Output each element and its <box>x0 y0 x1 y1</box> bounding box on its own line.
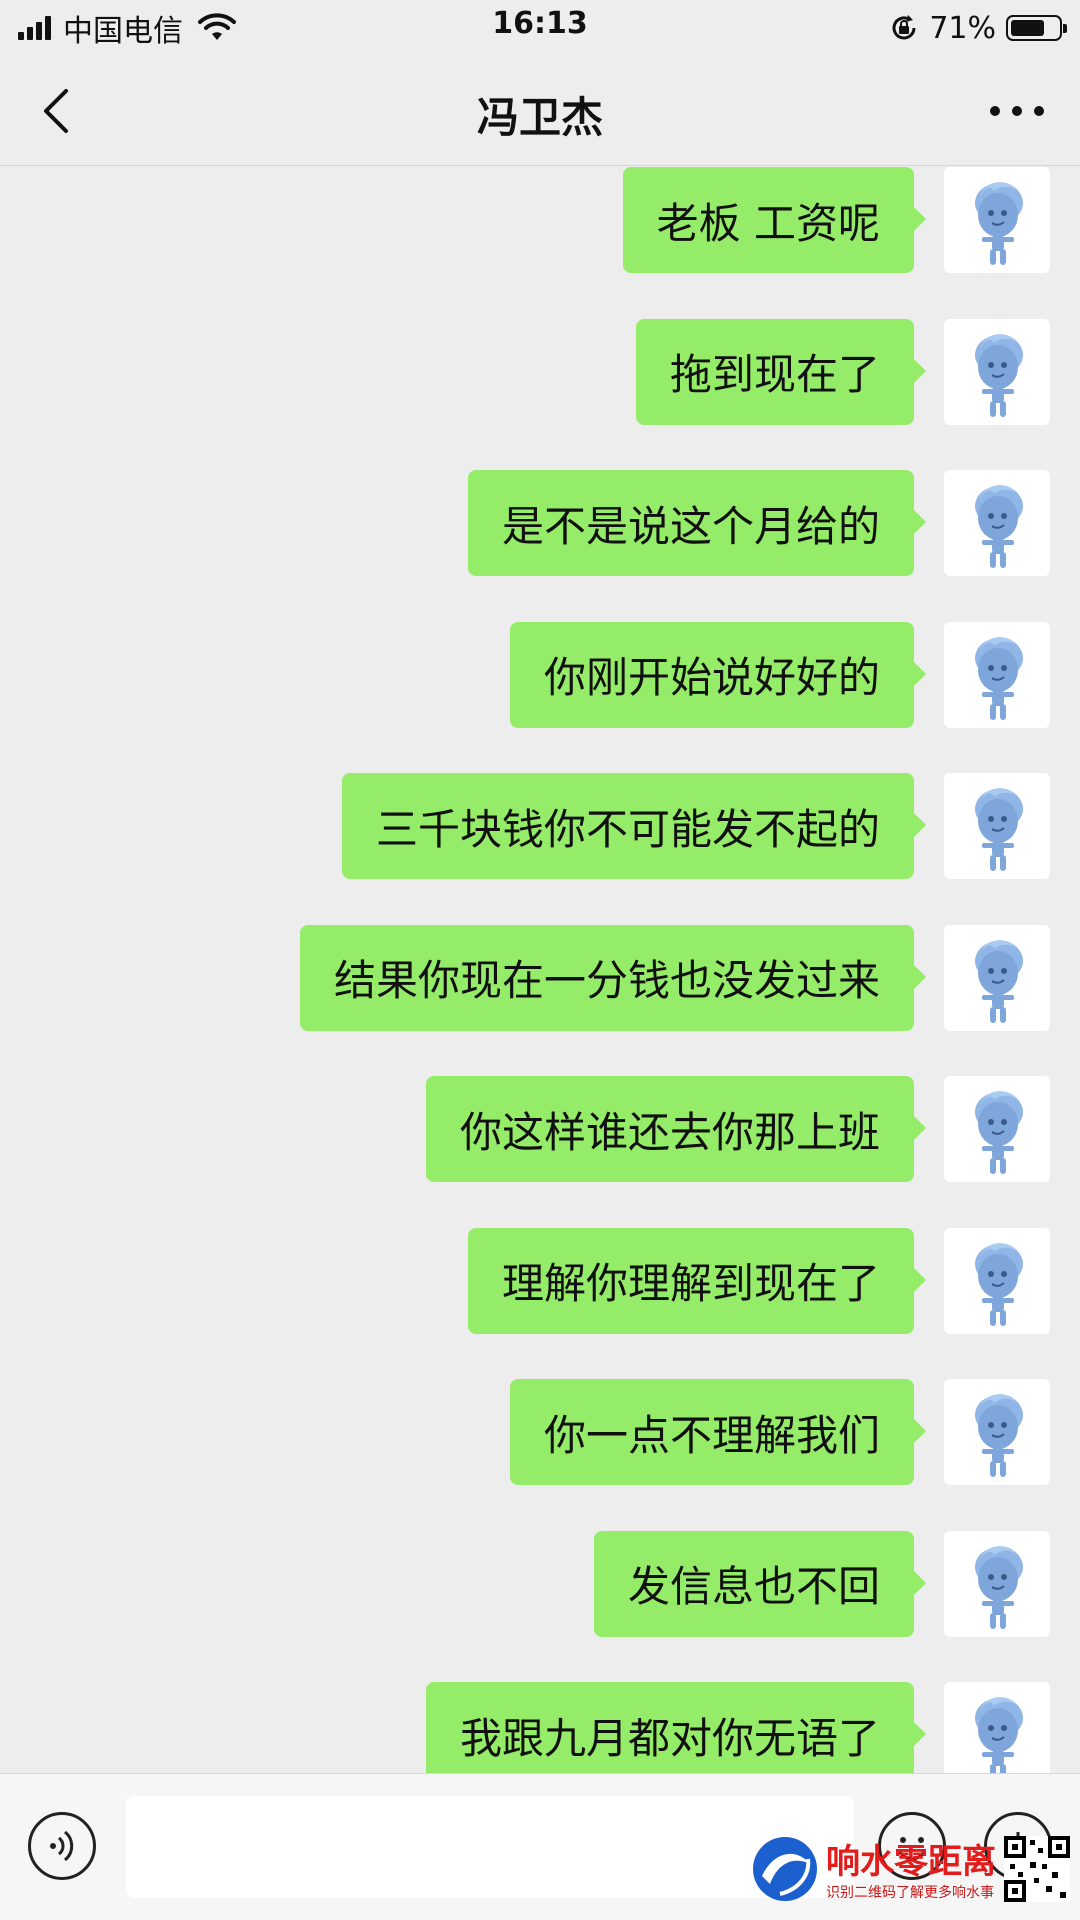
my-avatar[interactable] <box>944 167 1050 273</box>
message-row: 结果你现在一分钱也没发过来 <box>299 924 1050 1031</box>
message-bubble[interactable]: 发信息也不回 <box>593 1530 927 1637</box>
my-avatar[interactable] <box>944 1076 1050 1182</box>
message-bubble[interactable]: 我跟九月都对你无语了 <box>425 1682 927 1773</box>
contact-name-title: 冯卫杰 <box>476 93 603 142</box>
message-bubble[interactable]: 你刚开始说好好的 <box>509 621 927 728</box>
watermark-subtitle: 识别二维码了解更多响水事 <box>826 1885 994 1901</box>
message-row: 你刚开始说好好的 <box>509 621 1050 728</box>
message-row: 是不是说这个月给的 <box>467 470 1050 576</box>
message-row: 我跟九月都对你无语了 <box>425 1682 1050 1773</box>
message-bubble[interactable]: 拖到现在了 <box>635 318 927 425</box>
my-avatar[interactable] <box>944 621 1050 728</box>
message-input[interactable] <box>126 1796 854 1898</box>
my-avatar[interactable] <box>944 1379 1050 1485</box>
my-avatar[interactable] <box>944 470 1050 576</box>
message-row: 拖到现在了 <box>635 318 1050 425</box>
watermark: 响水零距离 识别二维码了解更多响水事 <box>750 1830 1070 1910</box>
my-avatar[interactable] <box>944 773 1050 879</box>
qr-code-icon <box>1004 1836 1070 1902</box>
status-bar: 中国电信 16:13 71% <box>0 0 1080 56</box>
message-row: 你一点不理解我们 <box>509 1379 1050 1485</box>
watermark-name: 响水零距离 <box>826 1842 996 1882</box>
my-avatar[interactable] <box>944 1530 1050 1637</box>
message-bubble[interactable]: 老板 工资呢 <box>622 167 927 273</box>
message-row: 理解你理解到现在了 <box>467 1227 1050 1334</box>
message-list[interactable]: 老板 工资呢拖到现在了是不是说这个月给的你刚开始说好好的三千块钱你不可能发不起的… <box>0 166 1080 1773</box>
voice-icon[interactable] <box>28 1812 96 1880</box>
message-row: 三千块钱你不可能发不起的 <box>341 773 1050 879</box>
message-row: 你这样谁还去你那上班 <box>425 1076 1050 1182</box>
message-row: 老板 工资呢 <box>622 167 1050 273</box>
chat-header: 冯卫杰 <box>0 56 1080 166</box>
my-avatar[interactable] <box>944 1227 1050 1334</box>
rotation-lock-icon <box>892 15 916 40</box>
message-bubble[interactable]: 你这样谁还去你那上班 <box>425 1076 927 1182</box>
message-bubble[interactable]: 三千块钱你不可能发不起的 <box>341 773 927 879</box>
message-bubble[interactable]: 你一点不理解我们 <box>509 1379 927 1485</box>
message-bubble[interactable]: 理解你理解到现在了 <box>467 1227 927 1334</box>
message-row: 发信息也不回 <box>593 1530 1050 1637</box>
my-avatar[interactable] <box>944 318 1050 425</box>
battery-percent: 71% <box>929 10 996 46</box>
battery-icon <box>1006 15 1067 41</box>
watermark-logo-icon <box>753 1837 817 1901</box>
more-dots-icon[interactable] <box>982 91 1052 131</box>
message-bubble[interactable]: 结果你现在一分钱也没发过来 <box>299 924 927 1031</box>
my-avatar[interactable] <box>944 1682 1050 1773</box>
my-avatar[interactable] <box>944 924 1050 1031</box>
message-bubble[interactable]: 是不是说这个月给的 <box>467 470 927 576</box>
